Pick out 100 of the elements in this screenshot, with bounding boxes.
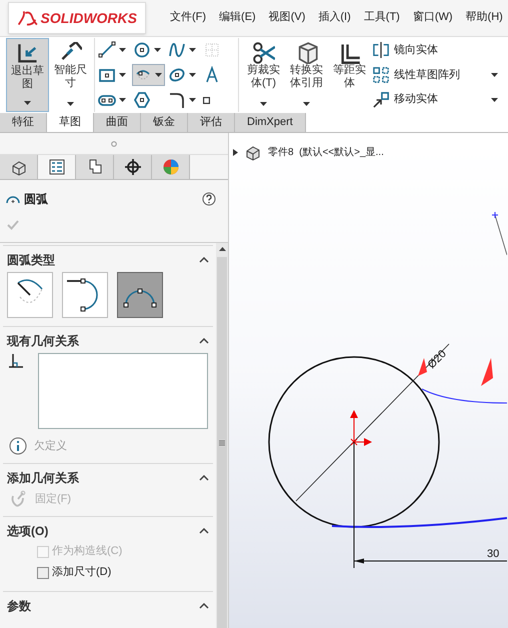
collapse-icon[interactable] [199,528,209,534]
dimxpert-icon [124,158,142,176]
caret-icon [189,98,196,102]
ribbon-button[interactable]: 转换实体引用 [285,38,328,112]
caret-icon [189,73,196,77]
panel-title: 圆弧 [24,191,48,208]
collapse-icon[interactable] [199,475,209,481]
ribbon-list-item[interactable]: 线性草图阵列 [373,64,498,85]
rect-tool-icon [98,66,116,84]
panel-tab[interactable] [76,155,114,179]
ribbon-list-item[interactable]: 镜向实体 [373,40,498,60]
anchor-icon [9,490,27,508]
ribbon-tab[interactable]: 钣金 [141,113,188,132]
caret-icon [155,73,162,77]
grid-tool-icon [203,41,221,59]
info-icon [9,437,27,455]
button-label: 剪裁实体(T) [246,64,281,90]
button-label: 移动实体 [394,92,438,108]
checkbox[interactable] [37,566,49,578]
menu-item[interactable]: 插入(I) [318,9,351,26]
section-title: 参数 [7,598,31,615]
arc-type-button[interactable] [117,272,163,318]
status-text: 欠定义 [34,438,67,454]
ribbon-tab[interactable]: DimXpert [235,113,306,132]
button-label: 退出草图 [10,65,45,91]
menu-item[interactable]: 帮助(H) [466,9,503,26]
ribbon-button[interactable]: 剪裁实体(T) [242,38,285,112]
collapse-icon[interactable] [199,603,209,609]
menu-item[interactable]: 窗口(W) [412,9,453,26]
offset-icon [338,42,360,64]
grip-icon [219,440,225,446]
checkbox-label: 作为构造线(C) [52,544,122,560]
menu-item[interactable]: 编辑(E) [219,9,256,26]
caret-icon [189,48,196,52]
pointer-arrow [481,358,493,386]
ribbon-button[interactable]: 退出草图 [6,38,49,112]
ribbon-tab[interactable]: 评估 [188,113,235,132]
arc-type-button[interactable] [62,272,108,318]
ribbon-button[interactable]: 等距实体 [328,38,371,112]
panel-tab[interactable] [114,155,152,179]
collapse-icon[interactable] [199,338,209,344]
caret-icon [491,72,498,77]
caret-icon [119,48,126,52]
section-title: 圆弧类型 [7,252,55,269]
pointer-arrow [418,358,427,376]
caret-icon [119,73,126,77]
property-icon [48,158,66,176]
help-icon[interactable] [202,192,216,206]
sketch-line[interactable] [332,517,507,528]
button-label: 转换实体引用 [289,64,324,90]
arc-icon [6,194,20,204]
part-breadcrumb[interactable]: 零件8 (默认<<默认>_显... [268,144,384,160]
caret-icon [119,98,126,102]
spline-tool-icon [168,41,186,59]
ribbon-list-item[interactable]: 移动实体 [373,90,498,110]
scroll-up-icon[interactable] [218,247,226,251]
caret-icon [24,101,31,105]
logo-text: SOLIDWORKS [40,8,137,28]
ribbon-tab[interactable]: 特征 [0,113,47,132]
panel-tab[interactable] [0,155,38,179]
scroll-thumb[interactable] [217,257,227,628]
collapse-icon[interactable] [199,257,209,263]
move-icon [373,92,389,108]
display-icon [162,158,180,176]
checkbox-label: 添加尺寸(D) [52,565,112,580]
caret-icon [154,48,161,52]
point-tool-icon [203,96,210,104]
trim-icon [252,42,274,64]
scrollbar[interactable] [216,243,228,628]
tool-button[interactable] [132,64,165,86]
pattern-icon [373,66,389,83]
exit-icon [16,43,38,65]
ellipse-tool-icon [168,66,186,84]
construction-line [492,212,507,256]
polygon-tool-icon [133,91,151,109]
expand-icon[interactable] [233,148,238,156]
line-tool-icon [98,41,116,59]
sketch-arc[interactable] [422,388,507,404]
circle-tool-icon [133,41,151,59]
logo-icon [17,8,39,28]
distance-dimension[interactable]: 30 [487,548,500,560]
menu-item[interactable]: 文件(F) [170,9,206,26]
caret-icon [67,102,74,106]
mirror-icon [373,42,389,58]
section-title: 现有几何关系 [7,333,79,350]
fillet-tool-icon [168,91,186,109]
section-title: 添加几何关系 [7,470,79,487]
button-label: 智能尺寸 [53,64,88,90]
button-label: 等距实体 [332,64,367,90]
button-label: 线性草图阵列 [394,68,460,83]
ribbon-tab[interactable]: 曲面 [94,113,141,132]
button-label: 镜向实体 [394,42,438,58]
caret-icon [491,98,498,102]
caret-icon [260,102,267,106]
caret-icon [303,102,310,106]
perpendicular-icon [8,353,24,369]
gripper-icon[interactable] [111,140,117,146]
ribbon-button[interactable]: 智能尺寸 [49,38,92,112]
menu-item[interactable]: 视图(V) [268,9,306,26]
menu-item[interactable]: 工具(T) [364,9,400,26]
